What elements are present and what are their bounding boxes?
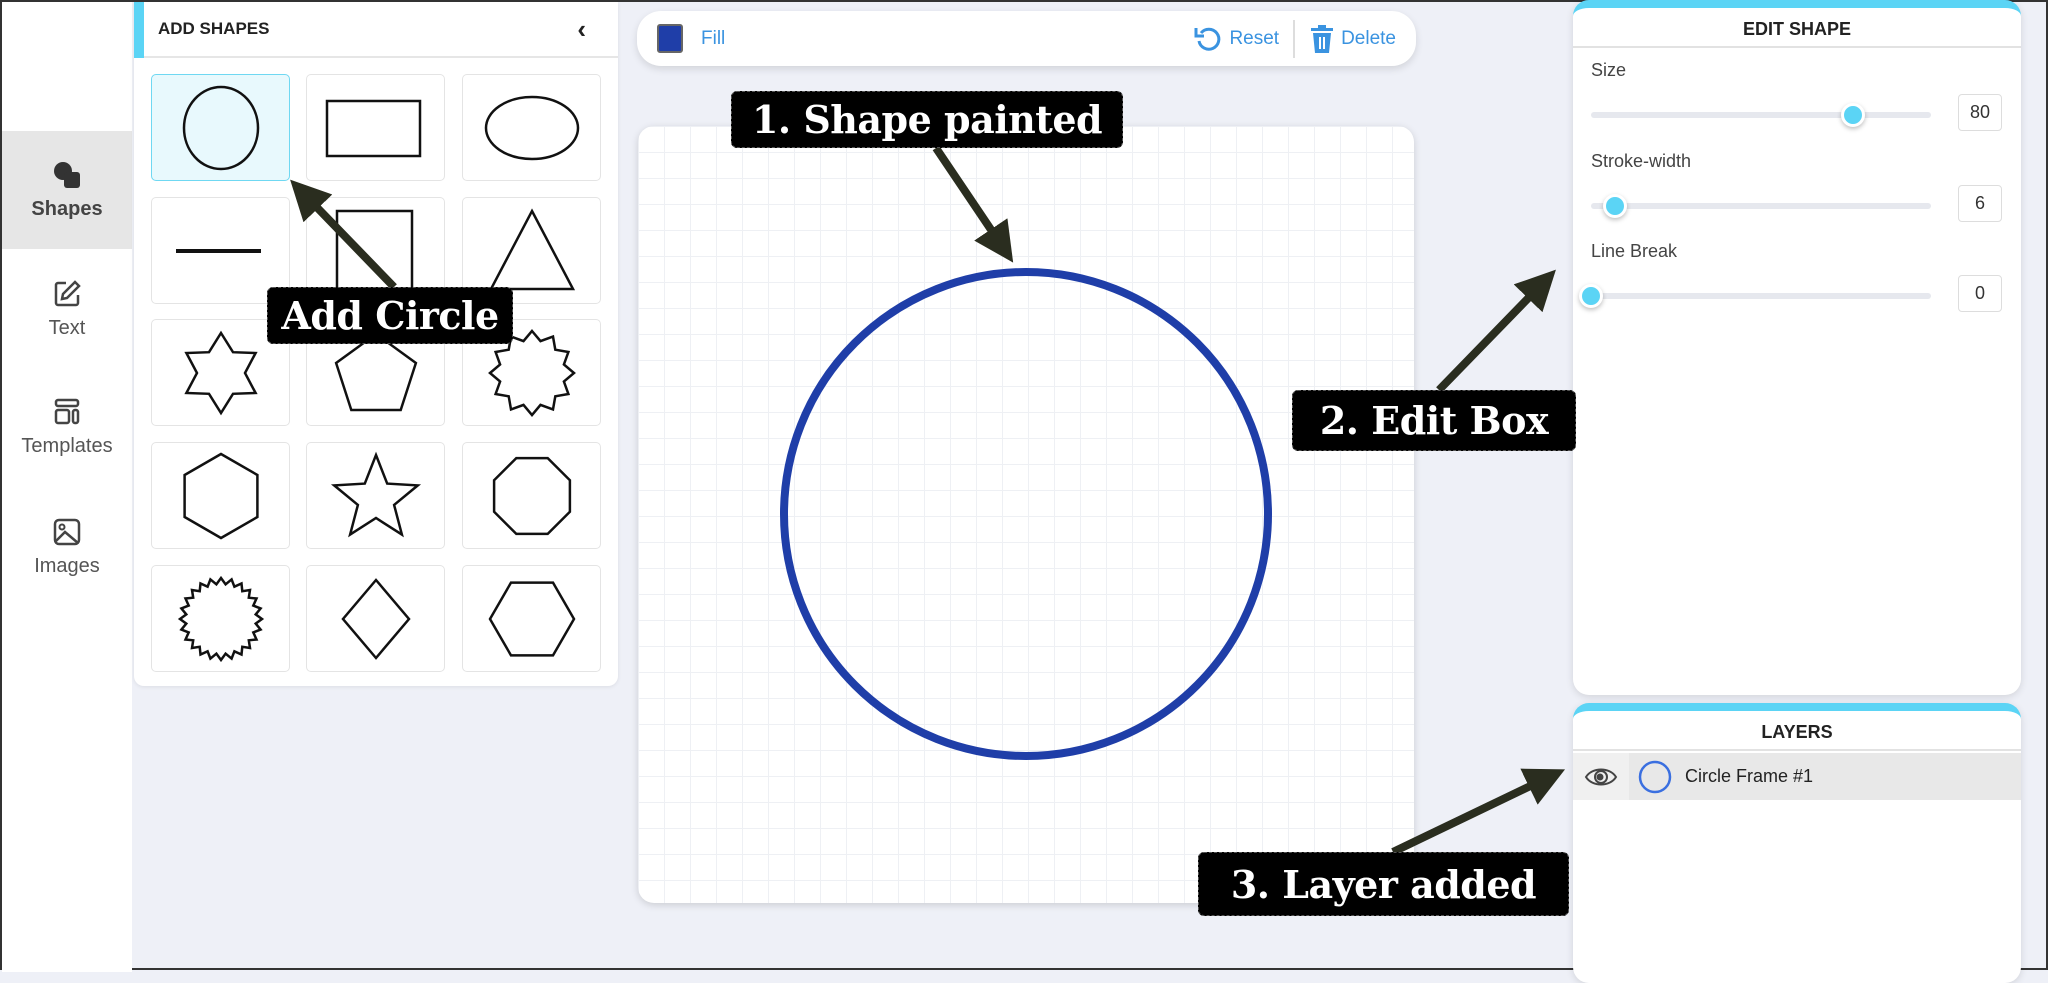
- sidebar-item-images[interactable]: Images: [2, 488, 132, 606]
- stroke-width-slider-thumb[interactable]: [1602, 194, 1627, 218]
- shape-option-starburst-24[interactable]: [151, 565, 290, 672]
- reset-button[interactable]: Reset: [1193, 24, 1279, 54]
- drawing-canvas[interactable]: [638, 126, 1414, 903]
- ellipse-icon: [484, 95, 580, 160]
- octagon-icon: [492, 456, 572, 535]
- panel-title: EDIT SHAPE: [1573, 8, 2021, 48]
- shape-option-octagon[interactable]: [462, 442, 601, 549]
- sidebar-item-label: Images: [34, 554, 100, 577]
- left-sidebar: Shapes Text Templates Images: [2, 2, 132, 972]
- layers-panel: LAYERS Circle Frame #1: [1573, 703, 2021, 983]
- annotation-layer-added: 3. Layer added: [1198, 852, 1569, 916]
- shape-option-circle[interactable]: [151, 74, 290, 181]
- shape-option-hexagon[interactable]: [151, 442, 290, 549]
- visibility-toggle[interactable]: [1573, 753, 1629, 800]
- layer-name: Circle Frame #1: [1685, 766, 1814, 786]
- shape-option-diamond[interactable]: [306, 565, 445, 672]
- templates-icon: [54, 398, 80, 424]
- shapes-icon: [54, 161, 80, 188]
- stroke-width-slider[interactable]: [1591, 194, 1931, 218]
- line-break-slider[interactable]: [1579, 284, 1931, 308]
- collapse-chevron-icon[interactable]: ‹: [577, 14, 586, 45]
- panel-title: LAYERS: [1573, 711, 2021, 751]
- shape-option-ellipse[interactable]: [462, 74, 601, 181]
- toolbar: Fill Reset Delete: [637, 11, 1416, 66]
- edit-icon: [54, 279, 81, 306]
- shape-option-hexagon-flat[interactable]: [462, 565, 601, 672]
- size-slider[interactable]: [1591, 103, 1931, 127]
- hexagon-icon: [183, 452, 259, 539]
- star-5-icon: [330, 451, 422, 537]
- circle-icon: [1638, 760, 1672, 793]
- trash-icon: [1311, 24, 1334, 53]
- sidebar-item-label: Shapes: [31, 197, 103, 220]
- toolbar-divider: [1293, 19, 1296, 58]
- sidebar-item-label: Templates: [21, 434, 113, 457]
- add-shapes-panel: ADD SHAPES ‹: [134, 2, 618, 686]
- sidebar-item-shapes[interactable]: Shapes: [2, 131, 132, 249]
- image-icon: [53, 518, 81, 545]
- line-break-label: Line Break: [1591, 241, 1678, 261]
- reset-icon: [1194, 27, 1221, 51]
- stroke-width-value-input[interactable]: 6: [1958, 185, 2002, 222]
- rectangle-icon: [325, 99, 422, 157]
- fill-color-swatch[interactable]: [657, 24, 683, 53]
- size-slider-thumb[interactable]: [1840, 103, 1865, 127]
- diamond-icon: [341, 577, 411, 660]
- edit-shape-panel: EDIT SHAPE Size 80 Stroke-width 6 Line Bre…: [1573, 0, 2021, 695]
- arrow-layer-added: [1391, 768, 1566, 856]
- annotation-add-circle: Add Circle: [267, 287, 513, 344]
- eye-icon: [1584, 768, 1618, 785]
- sidebar-item-text[interactable]: Text: [2, 250, 132, 368]
- starburst-24-icon: [177, 575, 265, 662]
- annotation-shape-painted: 1. Shape painted: [731, 91, 1123, 148]
- hexagon-flat-icon: [488, 580, 576, 657]
- sidebar-item-templates[interactable]: Templates: [2, 368, 132, 486]
- sidebar-item-label: Text: [48, 316, 86, 339]
- add-shapes-header: ADD SHAPES ‹: [134, 2, 618, 58]
- arrow-edit-box: [1436, 269, 1556, 393]
- size-label: Size: [1591, 60, 1627, 80]
- line-break-slider-thumb[interactable]: [1579, 284, 1603, 308]
- shape-option-star-5[interactable]: [306, 442, 445, 549]
- painted-circle-shape[interactable]: [780, 268, 1272, 760]
- size-value-input[interactable]: 80: [1958, 94, 2002, 131]
- delete-label: Delete: [1341, 27, 1396, 49]
- panel-title: ADD SHAPES: [158, 19, 270, 38]
- circle-icon: [182, 85, 260, 170]
- reset-label: Reset: [1229, 27, 1280, 49]
- stroke-width-label: Stroke-width: [1591, 151, 1692, 171]
- annotation-edit-box: 2. Edit Box: [1292, 390, 1576, 451]
- layer-item[interactable]: Circle Frame #1: [1573, 753, 2021, 800]
- fill-label: Fill: [701, 27, 726, 49]
- shape-option-rectangle[interactable]: [306, 74, 445, 181]
- line-break-value-input[interactable]: 0: [1958, 275, 2002, 312]
- delete-button[interactable]: Delete: [1309, 24, 1396, 54]
- fill-button[interactable]: Fill: [657, 24, 725, 53]
